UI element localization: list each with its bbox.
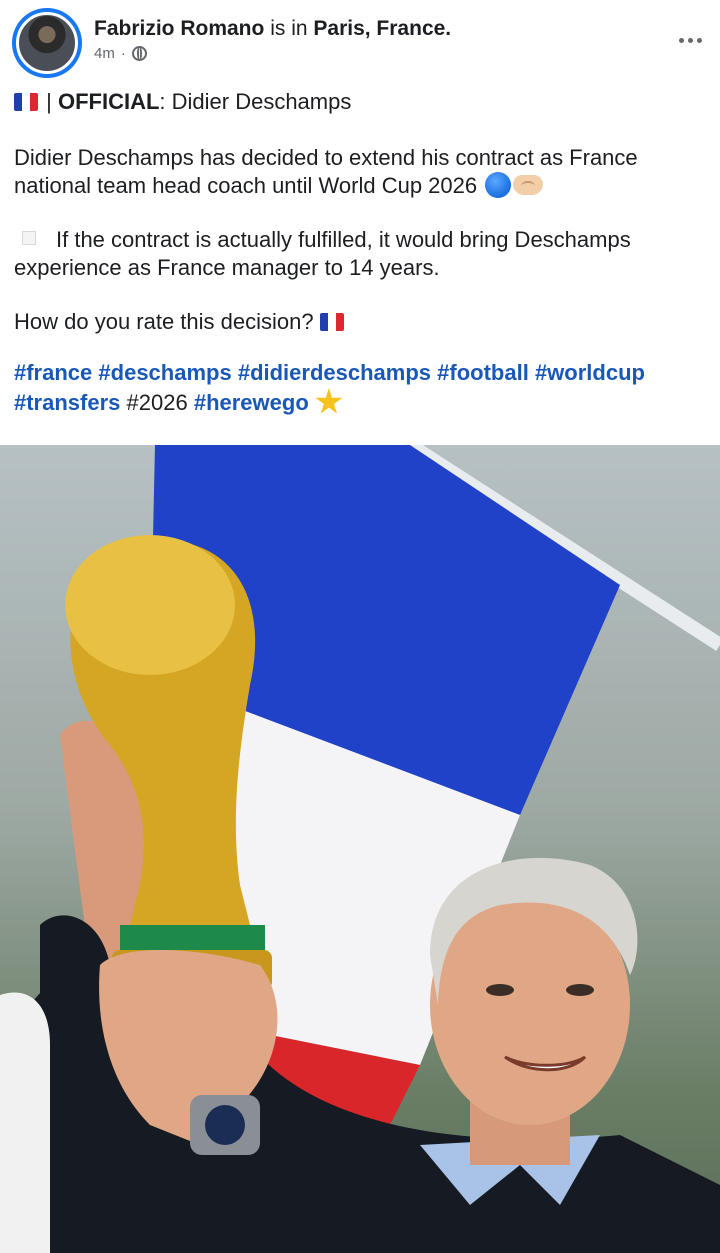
bullet-square-icon [22,231,36,245]
post-header: Fabrizio Romano is in Paris, France. 4m … [0,0,720,88]
hashtag-link[interactable]: #transfers [14,390,120,415]
more-options-dot [688,38,693,43]
hashtag-link[interactable]: #worldcup [535,360,645,385]
avatar-photo [16,12,78,74]
paragraph-experience: If the contract is actually fulfilled, i… [14,226,706,282]
author-avatar[interactable] [12,8,82,78]
background-person [0,992,50,1253]
author-name[interactable]: Fabrizio Romano [94,17,264,40]
more-options-icon [679,38,684,43]
official-label: OFFICIAL [57,89,160,114]
trophy-globe [65,535,235,675]
post-photo[interactable] [0,445,720,1253]
headline-pipe: | [46,89,52,114]
post-headline: | OFFICIAL: Didier Deschamps [14,88,706,116]
location-prefix: is in [270,17,308,40]
paragraph-contract-text: Didier Deschamps has decided to extend h… [14,145,638,198]
question-text: How do you rate this decision? [14,309,314,334]
man-eye-left [486,984,514,996]
globe-icon [131,46,147,61]
more-options-dot [697,38,702,43]
post-header-text: Fabrizio Romano is in Paris, France. 4m … [94,15,451,62]
hashtag-list: #france #deschamps #didierdeschamps #foo… [14,358,706,418]
handshake-icon [513,175,544,195]
more-options-button[interactable] [675,34,706,47]
post-meta: 4m · [94,45,451,62]
author-line: Fabrizio Romano is in Paris, France. [94,15,451,43]
hashtag-link[interactable]: #herewego [194,390,309,415]
hashtag-link[interactable]: #france [14,360,92,385]
paragraph-contract: Didier Deschamps has decided to extend h… [14,144,706,200]
watch-face [205,1105,245,1145]
blue-circle-icon [485,172,512,198]
france-flag-icon [14,93,38,111]
hashtag-link[interactable]: #football [437,360,529,385]
hashtag-link[interactable]: #didierdeschamps [238,360,431,385]
hashtag-plain: #2026 [126,390,188,415]
paragraph-experience-text: If the contract is actually fulfilled, i… [14,227,631,280]
photo-illustration [0,445,720,1253]
post-text: | OFFICIAL: Didier Deschamps Didier Desc… [0,88,720,418]
meta-separator: · [120,45,126,62]
location-link[interactable]: Paris, France. [313,17,451,40]
france-flag-icon [319,313,344,331]
paragraph-question: How do you rate this decision? [14,308,706,336]
star-icon [315,388,343,414]
hashtag-link[interactable]: #deschamps [98,360,231,385]
official-title: : Didier Deschamps [159,89,352,114]
man-eye-right [566,984,594,996]
post-time[interactable]: 4m [94,45,115,62]
